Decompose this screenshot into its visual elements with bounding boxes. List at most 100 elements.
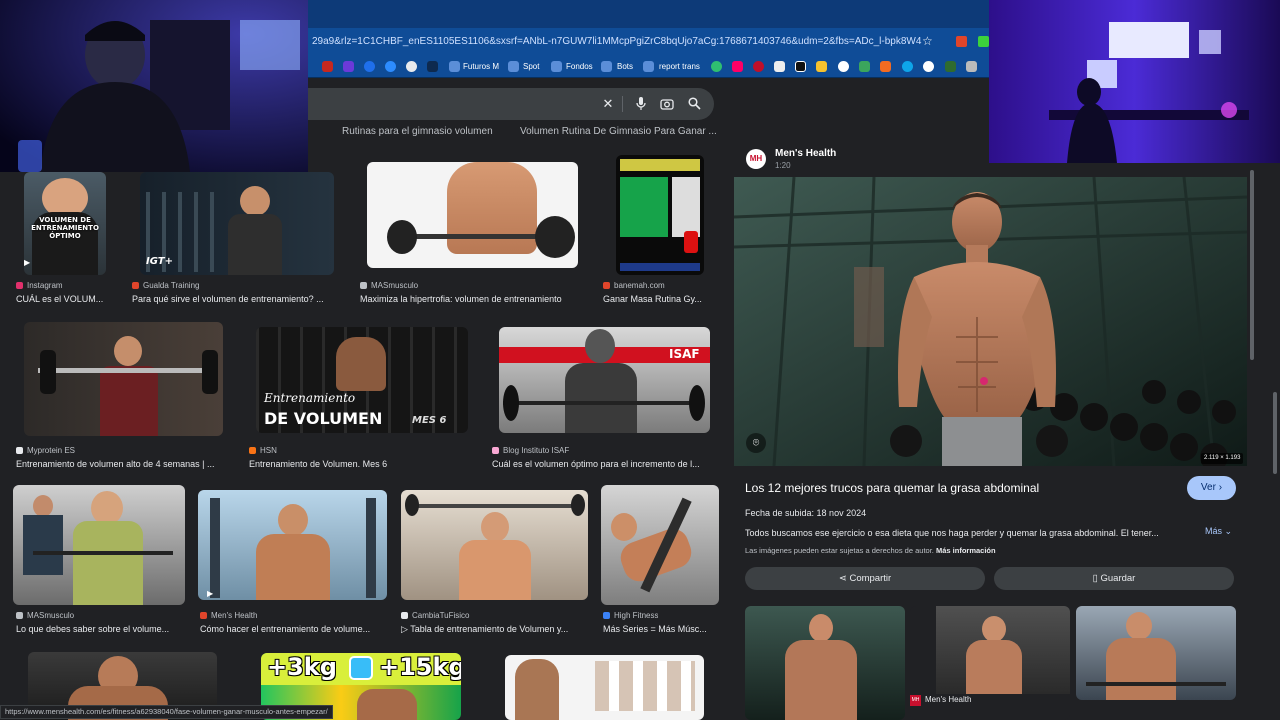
page-scrollbar[interactable] xyxy=(1273,392,1277,474)
site-logo[interactable]: MH xyxy=(746,149,766,169)
divider xyxy=(622,96,623,112)
bookmark-icon[interactable] xyxy=(711,61,722,72)
bookmark-icon[interactable] xyxy=(880,61,891,72)
result-thumbnail[interactable] xyxy=(367,162,578,268)
result-source: Men's Health xyxy=(200,611,257,620)
related-search-chip[interactable]: Rutinas para el gimnasio volumen xyxy=(342,126,493,137)
bookmark-icon[interactable] xyxy=(902,61,913,72)
result-title[interactable]: Cuál es el volumen óptimo para el increm… xyxy=(492,459,717,469)
result-source: Gualda Training xyxy=(132,281,199,290)
related-thumbnail[interactable] xyxy=(745,606,905,720)
url-text[interactable]: 29a9&rlz=1C1CHBF_enES1105ES1106&sxsrf=AN… xyxy=(312,33,922,51)
result-title[interactable]: ▷ Tabla de entrenamiento de Volumen y... xyxy=(401,624,587,635)
result-title[interactable]: Más Series = Más Músc... xyxy=(603,624,715,634)
result-source: CambiaTuFisico xyxy=(401,611,470,620)
extension-icon[interactable] xyxy=(956,36,967,47)
panel-site-name[interactable]: Men's Health xyxy=(775,148,836,159)
related-thumbnail[interactable] xyxy=(1076,606,1236,700)
result-source: Myprotein ES xyxy=(16,446,75,455)
result-thumbnail[interactable] xyxy=(601,485,719,605)
share-icon: ⋖ xyxy=(838,573,847,584)
bookmark-icon[interactable] xyxy=(859,61,870,72)
result-title[interactable]: Para qué sirve el volumen de entrenamien… xyxy=(132,294,340,304)
microphone-icon[interactable] xyxy=(634,97,648,111)
bookmark-icon[interactable] xyxy=(966,61,977,72)
search-icon[interactable] xyxy=(687,97,701,111)
thumbnail-overlay-text: VOLUMEN DE ENTRENAMIENTO ÓPTIMO xyxy=(31,216,99,240)
bookmark-icon[interactable] xyxy=(364,61,375,72)
result-title[interactable]: Entrenamiento de volumen alto de 4 seman… xyxy=(16,459,232,469)
result-title[interactable]: Lo que debes saber sobre el volume... xyxy=(16,624,184,634)
result-thumbnail[interactable] xyxy=(505,655,704,720)
bookmark-icon: ▯ xyxy=(1092,573,1098,584)
result-thumbnail[interactable]: IGT+ xyxy=(140,172,334,275)
result-title[interactable]: CUÁL es el VOLUM... xyxy=(16,294,112,304)
bookmark-icon[interactable] xyxy=(322,61,333,72)
search-input[interactable] xyxy=(290,88,714,120)
result-source: Blog Instituto ISAF xyxy=(492,446,569,455)
bookmark-icon[interactable] xyxy=(923,61,934,72)
folder-icon[interactable] xyxy=(643,61,654,72)
bookmark-icon[interactable] xyxy=(732,61,743,72)
panel-scrollbar[interactable] xyxy=(1250,170,1254,360)
preview-image[interactable] xyxy=(734,177,1247,466)
result-title[interactable]: Ganar Masa Rutina Gy... xyxy=(603,294,715,304)
folder-icon[interactable] xyxy=(449,61,460,72)
related-source: Men's Health xyxy=(925,695,972,704)
result-thumbnail[interactable]: ISAF xyxy=(499,327,710,433)
bookmark-spot[interactable]: Spot xyxy=(523,59,539,75)
upload-date: Fecha de subida: 18 nov 2024 xyxy=(745,508,867,518)
bookmark-icon[interactable] xyxy=(838,61,849,72)
bookmark-icon[interactable] xyxy=(385,61,396,72)
bookmark-icon[interactable] xyxy=(753,61,764,72)
result-source: MASmusculo xyxy=(16,611,74,620)
folder-icon[interactable] xyxy=(601,61,612,72)
webcam-overlay xyxy=(989,0,1280,163)
extension-icon[interactable] xyxy=(978,36,989,47)
folder-icon[interactable] xyxy=(508,61,519,72)
result-source: High Fitness xyxy=(603,611,658,620)
result-title[interactable]: Maximiza la hipertrofia: volumen de entr… xyxy=(360,294,590,304)
folder-icon[interactable] xyxy=(551,61,562,72)
panel-title[interactable]: Los 12 mejores trucos para quemar la gra… xyxy=(745,481,1039,495)
bookmark-icon[interactable] xyxy=(406,61,417,72)
result-thumbnail[interactable] xyxy=(24,322,223,436)
lens-icon[interactable]: ⌾ xyxy=(746,433,766,453)
scale-icon xyxy=(349,656,373,680)
result-thumbnail[interactable]: VOLUMEN DE ENTRENAMIENTO ÓPTIMO xyxy=(24,172,106,275)
result-thumbnail[interactable] xyxy=(616,155,704,275)
bookmark-futuros[interactable]: Futuros M xyxy=(463,59,499,75)
more-info-link[interactable]: Más información xyxy=(936,546,996,555)
result-thumbnail[interactable] xyxy=(13,485,185,605)
result-title[interactable]: Cómo hacer el entrenamiento de volume... xyxy=(200,624,385,634)
play-icon: ▶ xyxy=(207,589,214,598)
bookmark-report-trans[interactable]: report trans xyxy=(659,59,700,75)
related-search-chip[interactable]: Volumen Rutina De Gimnasio Para Ganar ..… xyxy=(520,126,717,137)
video-duration: 1:20 xyxy=(775,161,791,170)
site-logo: MH xyxy=(910,695,921,706)
share-button[interactable]: ⋖ Compartir xyxy=(745,567,985,590)
more-button[interactable]: Más ⌄ xyxy=(1205,526,1232,537)
image-dimensions: 2.119 × 1.193 xyxy=(1201,453,1244,464)
clear-icon[interactable]: ✕ xyxy=(601,97,615,111)
status-bar-url: https://www.menshealth.com/es/fitness/a6… xyxy=(0,705,333,719)
bookmark-star-icon[interactable]: ☆ xyxy=(922,34,933,48)
result-thumbnail[interactable]: Entrenamiento DE VOLUMEN MES 6 xyxy=(256,327,468,433)
result-thumbnail[interactable] xyxy=(198,490,387,600)
bookmark-icon[interactable] xyxy=(816,61,827,72)
save-button[interactable]: ▯ Guardar xyxy=(994,567,1234,590)
bookmark-icon[interactable] xyxy=(945,61,956,72)
bookmark-icon[interactable] xyxy=(343,61,354,72)
thumbnail-overlay-text: IGT+ xyxy=(146,256,173,267)
bookmark-fondos[interactable]: Fondos xyxy=(566,59,593,75)
camera-search-icon[interactable] xyxy=(660,97,674,111)
result-thumbnail[interactable] xyxy=(401,490,588,600)
view-button[interactable]: Ver › xyxy=(1187,476,1236,500)
thumbnail-overlay-text: DE VOLUMEN xyxy=(264,409,383,428)
bookmark-icon[interactable] xyxy=(795,61,806,72)
bookmark-bots[interactable]: Bots xyxy=(617,59,633,75)
bookmark-icon[interactable] xyxy=(427,61,438,72)
bookmark-icon[interactable] xyxy=(774,61,785,72)
thumbnail-overlay-text: ISAF xyxy=(669,347,700,361)
result-title[interactable]: Entrenamiento de Volumen. Mes 6 xyxy=(249,459,474,469)
